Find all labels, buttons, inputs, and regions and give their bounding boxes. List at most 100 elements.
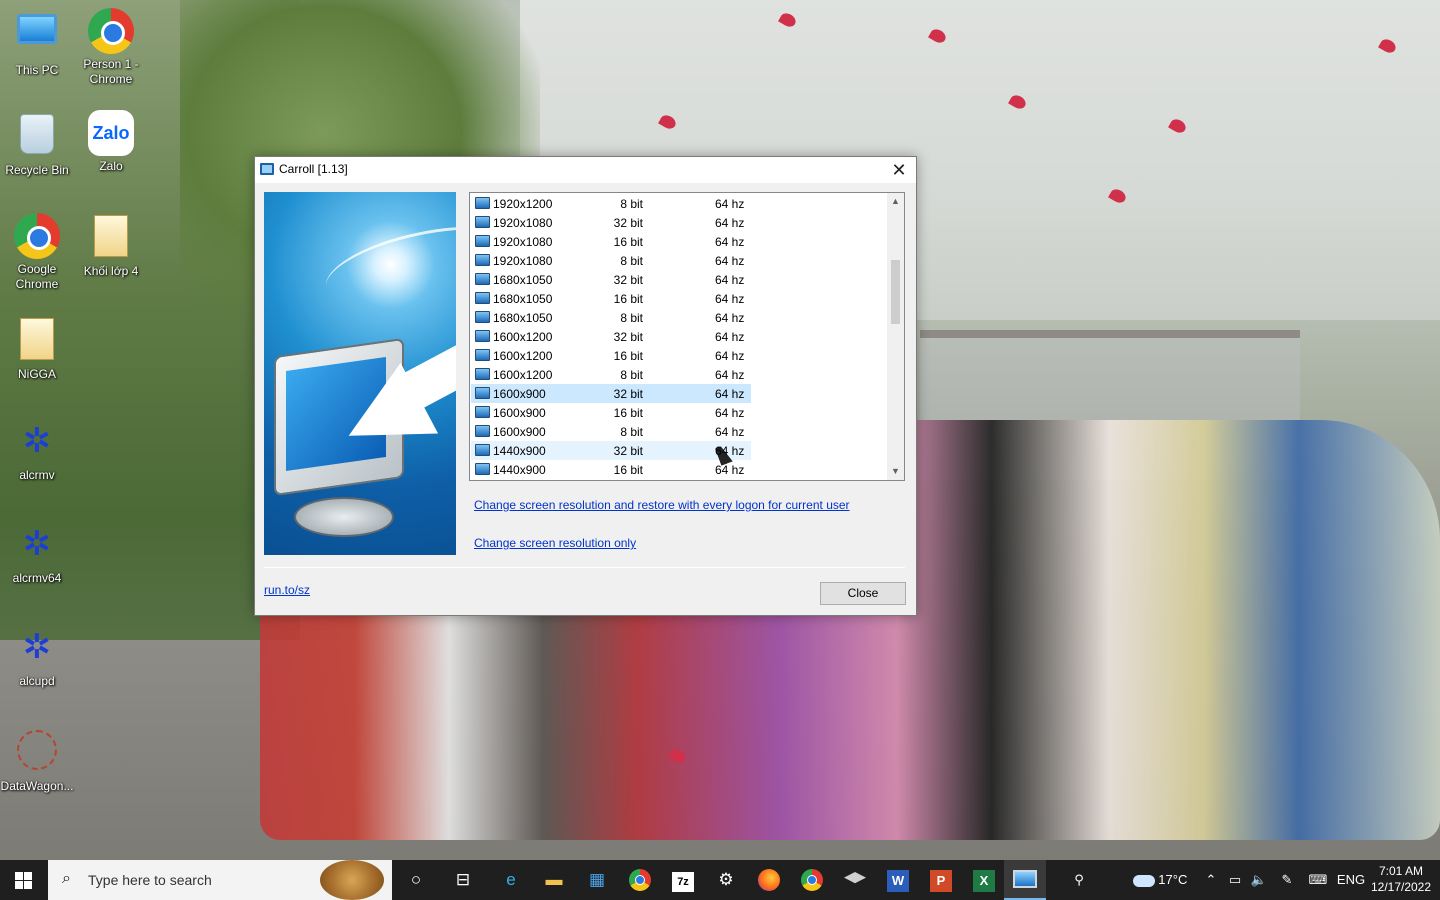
cloud-icon	[1132, 874, 1155, 887]
color-depth-value: 8 bit	[620, 425, 643, 439]
search-box[interactable]: ⌕ Type here to search	[48, 860, 392, 900]
file-explorer-icon[interactable]: ▬	[533, 860, 575, 900]
zalo-icon: Zalo	[88, 110, 134, 156]
color-depth-value: 8 bit	[620, 197, 643, 211]
excel-icon: X	[973, 870, 995, 892]
tray-overflow-chevron-icon[interactable]: ⌃	[1200, 860, 1222, 900]
resolution-row[interactable]: 1440x900 16 bit 64 hz	[471, 460, 751, 479]
resolution-value: 1920x1200	[493, 197, 553, 211]
refresh-rate-value: 64 hz	[715, 406, 745, 420]
resolution-row[interactable]: 1680x1050 16 bit 64 hz	[471, 289, 751, 308]
language-indicator[interactable]: ENG	[1334, 860, 1368, 900]
cortana-button[interactable]: ○	[395, 860, 437, 900]
website-link[interactable]: run.to/sz	[264, 583, 310, 597]
desktop-icon-label: Zalo	[99, 159, 123, 173]
pen-icon[interactable]: ✎	[1276, 860, 1298, 900]
desktop-icon-recycle-bin[interactable]: Recycle Bin	[0, 110, 74, 178]
desktop-icon-label: alcrmv64	[12, 571, 62, 585]
edge-icon[interactable]: e	[490, 860, 532, 900]
close-icon[interactable]: ✕	[882, 157, 916, 183]
resolution-row[interactable]: 1600x1200 8 bit 64 hz	[471, 365, 751, 384]
scrollbar[interactable]: ▲ ▼	[887, 193, 904, 480]
refresh-rate-value: 64 hz	[715, 387, 745, 401]
desktop-icon-khoi-lop-4[interactable]: Khối lớp 4	[74, 213, 148, 279]
refresh-rate-value: 64 hz	[715, 330, 745, 344]
monitor-icon	[475, 406, 490, 418]
clock-date: 12/17/2022	[1370, 880, 1432, 894]
resolution-row[interactable]: 1920x1080 16 bit 64 hz	[471, 232, 751, 251]
carroll-taskbar-button[interactable]	[1004, 860, 1046, 900]
resolution-value: 1600x900	[493, 387, 546, 401]
people-icon[interactable]: ⚲	[1062, 860, 1096, 900]
resolution-row[interactable]: 1600x900 32 bit 64 hz	[471, 384, 751, 403]
graduation-cap-icon	[844, 872, 866, 884]
chrome-icon	[14, 213, 60, 259]
resolution-value: 1680x1050	[493, 273, 553, 287]
desktop-icon-person1-chrome[interactable]: Person 1 - Chrome	[74, 8, 148, 87]
monitor-icon	[475, 368, 490, 380]
network-icon[interactable]: ▭	[1224, 860, 1246, 900]
resolution-row[interactable]: 1600x900 16 bit 64 hz	[471, 403, 751, 422]
scroll-down-icon[interactable]: ▼	[887, 463, 904, 480]
close-button[interactable]: Close	[820, 582, 906, 605]
resolution-value: 1920x1080	[493, 254, 553, 268]
chrome-profile-taskbar-button[interactable]	[791, 860, 833, 900]
resolution-row[interactable]: 1920x1200 8 bit 64 hz	[471, 194, 751, 213]
change-and-restore-link[interactable]: Change screen resolution and restore wit…	[474, 498, 850, 512]
powerpoint-taskbar-button[interactable]: P	[920, 860, 962, 900]
monitor-icon	[475, 311, 490, 323]
resolution-value: 1920x1080	[493, 216, 553, 230]
refresh-rate-value: 64 hz	[715, 311, 745, 325]
settings-icon[interactable]: ⚙	[705, 860, 747, 900]
desktop-icon-alcupd[interactable]: ✲ alcupd	[0, 625, 74, 689]
clock[interactable]: 7:01 AM 12/17/2022	[1366, 863, 1436, 895]
refresh-rate-value: 64 hz	[715, 197, 745, 211]
web-icon	[14, 730, 60, 776]
volume-icon[interactable]: 🔈	[1248, 860, 1270, 900]
refresh-rate-value: 64 hz	[715, 425, 745, 439]
resolution-list[interactable]: 1920x1200 8 bit 64 hz 1920x1080 32 bit 64 hz 1…	[469, 192, 905, 481]
task-view-button[interactable]: ⊟	[442, 860, 484, 900]
color-depth-value: 32 bit	[613, 216, 643, 230]
resolution-row[interactable]: 1920x1080 8 bit 64 hz	[471, 251, 751, 270]
windows-logo-icon	[15, 872, 32, 889]
search-highlight-image	[320, 860, 384, 900]
monitor-icon	[475, 444, 490, 456]
dialog-titlebar[interactable]: Carroll [1.13] ✕	[255, 157, 916, 183]
desktop-icon-datawagon[interactable]: DataWagon...	[0, 728, 74, 794]
desktop-icon-label: DataWagon...	[0, 779, 74, 793]
resolution-row[interactable]: 1600x1200 16 bit 64 hz	[471, 346, 751, 365]
weather-widget[interactable]: 17°C	[1120, 860, 1200, 900]
desktop-icon-label: Person 1 - Chrome	[83, 57, 139, 86]
desktop-icon-nigga[interactable]: NiGGA	[0, 316, 74, 382]
color-depth-value: 32 bit	[613, 330, 643, 344]
scrollbar-thumb[interactable]	[891, 260, 900, 324]
color-depth-value: 16 bit	[613, 406, 643, 420]
desktop-icon-zalo[interactable]: Zalo Zalo	[74, 110, 148, 174]
store-icon[interactable]: ▦	[576, 860, 618, 900]
excel-taskbar-button[interactable]: X	[963, 860, 1005, 900]
resolution-row[interactable]: 1440x900 32 bit 64 hz	[471, 441, 751, 460]
search-placeholder: Type here to search	[88, 872, 212, 888]
desktop-icon-alcrmv[interactable]: ✲ alcrmv	[0, 419, 74, 483]
scroll-up-icon[interactable]: ▲	[887, 193, 904, 210]
resolution-value: 1440x900	[493, 463, 546, 477]
graduation-app-taskbar-button[interactable]	[834, 860, 876, 900]
change-only-link[interactable]: Change screen resolution only	[474, 536, 636, 550]
resolution-row[interactable]: 1680x1050 8 bit 64 hz	[471, 308, 751, 327]
start-button[interactable]	[0, 860, 48, 900]
7zip-taskbar-button[interactable]: 7z	[662, 860, 704, 900]
desktop-icon-google-chrome[interactable]: Google Chrome	[0, 213, 74, 292]
touch-keyboard-icon[interactable]: ⌨	[1304, 860, 1332, 900]
chrome-taskbar-button[interactable]	[619, 860, 661, 900]
resolution-row[interactable]: 1680x1050 32 bit 64 hz	[471, 270, 751, 289]
resolution-row[interactable]: 1920x1080 32 bit 64 hz	[471, 213, 751, 232]
firefox-taskbar-button[interactable]	[748, 860, 790, 900]
resolution-value: 1600x1200	[493, 349, 553, 363]
resolution-row[interactable]: 1600x1200 32 bit 64 hz	[471, 327, 751, 346]
resolution-row[interactable]: 1600x900 8 bit 64 hz	[471, 422, 751, 441]
desktop-icon-this-pc[interactable]: This PC	[0, 8, 74, 78]
word-taskbar-button[interactable]: W	[877, 860, 919, 900]
color-depth-value: 32 bit	[613, 387, 643, 401]
desktop-icon-alcrmv64[interactable]: ✲ alcrmv64	[0, 522, 74, 586]
